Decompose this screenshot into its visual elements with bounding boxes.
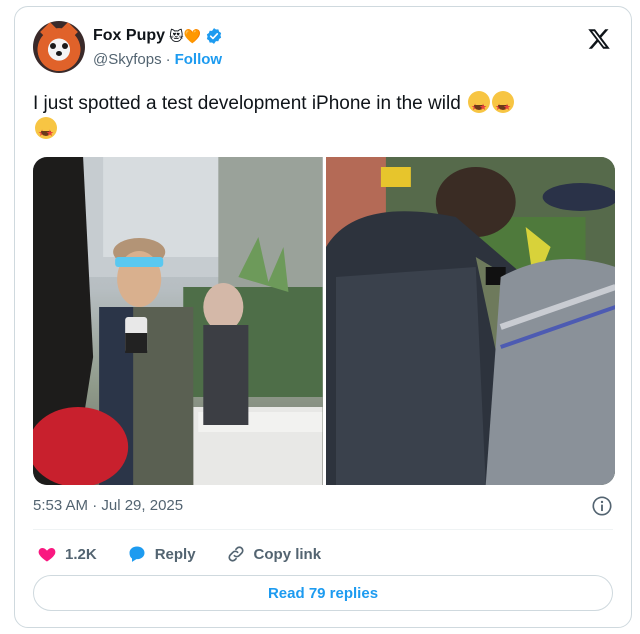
photo-man-with-iphone[interactable] [33, 157, 323, 485]
like-button[interactable]: 1.2K [37, 544, 97, 564]
reply-label: Reply [154, 545, 196, 563]
tweet-timestamp[interactable]: 5:53 AM · Jul 29, 2025 [33, 497, 183, 514]
follow-button[interactable]: Follow [175, 51, 223, 68]
author-handle[interactable]: @Skyfops [93, 51, 162, 68]
tweet-text: I just spotted a test development iPhone… [33, 91, 615, 146]
star-struck-emoji [35, 117, 57, 146]
photo-right-illustration [325, 157, 615, 485]
photo-close-up-vest[interactable] [325, 157, 615, 485]
reply-button[interactable]: Reply [127, 544, 196, 564]
link-icon [228, 546, 244, 562]
verified-badge-icon [206, 28, 222, 44]
x-logo-icon[interactable] [587, 27, 611, 51]
divider [33, 529, 613, 530]
tweet-header: Fox Pupy 😻🧡 @Skyfops · Follow [33, 19, 613, 75]
author-name-row: Fox Pupy 😻🧡 [93, 27, 223, 45]
star-struck-emoji [492, 91, 515, 120]
photo-left-illustration [33, 157, 323, 485]
tweet-actions: 1.2K Reply Copy link [37, 539, 321, 569]
reply-bubble-icon [129, 546, 145, 562]
star-struck-emoji [468, 91, 491, 120]
author-display-name[interactable]: Fox Pupy [93, 27, 165, 45]
copy-link-button[interactable]: Copy link [226, 544, 322, 564]
tweet-body: I just spotted a test development iPhone… [33, 93, 461, 114]
info-icon[interactable] [591, 495, 613, 517]
handle-separator: · [165, 51, 171, 68]
tweet-card: Fox Pupy 😻🧡 @Skyfops · Follow I just spo… [14, 6, 632, 628]
name-emojis: 😻🧡 [169, 28, 202, 44]
author-handle-row: @Skyfops · Follow [93, 51, 222, 68]
read-replies-button[interactable]: Read 79 replies [33, 575, 613, 611]
tweet-media [33, 157, 615, 485]
like-count: 1.2K [65, 545, 97, 563]
user-avatar[interactable] [33, 21, 85, 73]
heart-icon [38, 548, 56, 562]
copy-link-label: Copy link [253, 545, 322, 563]
